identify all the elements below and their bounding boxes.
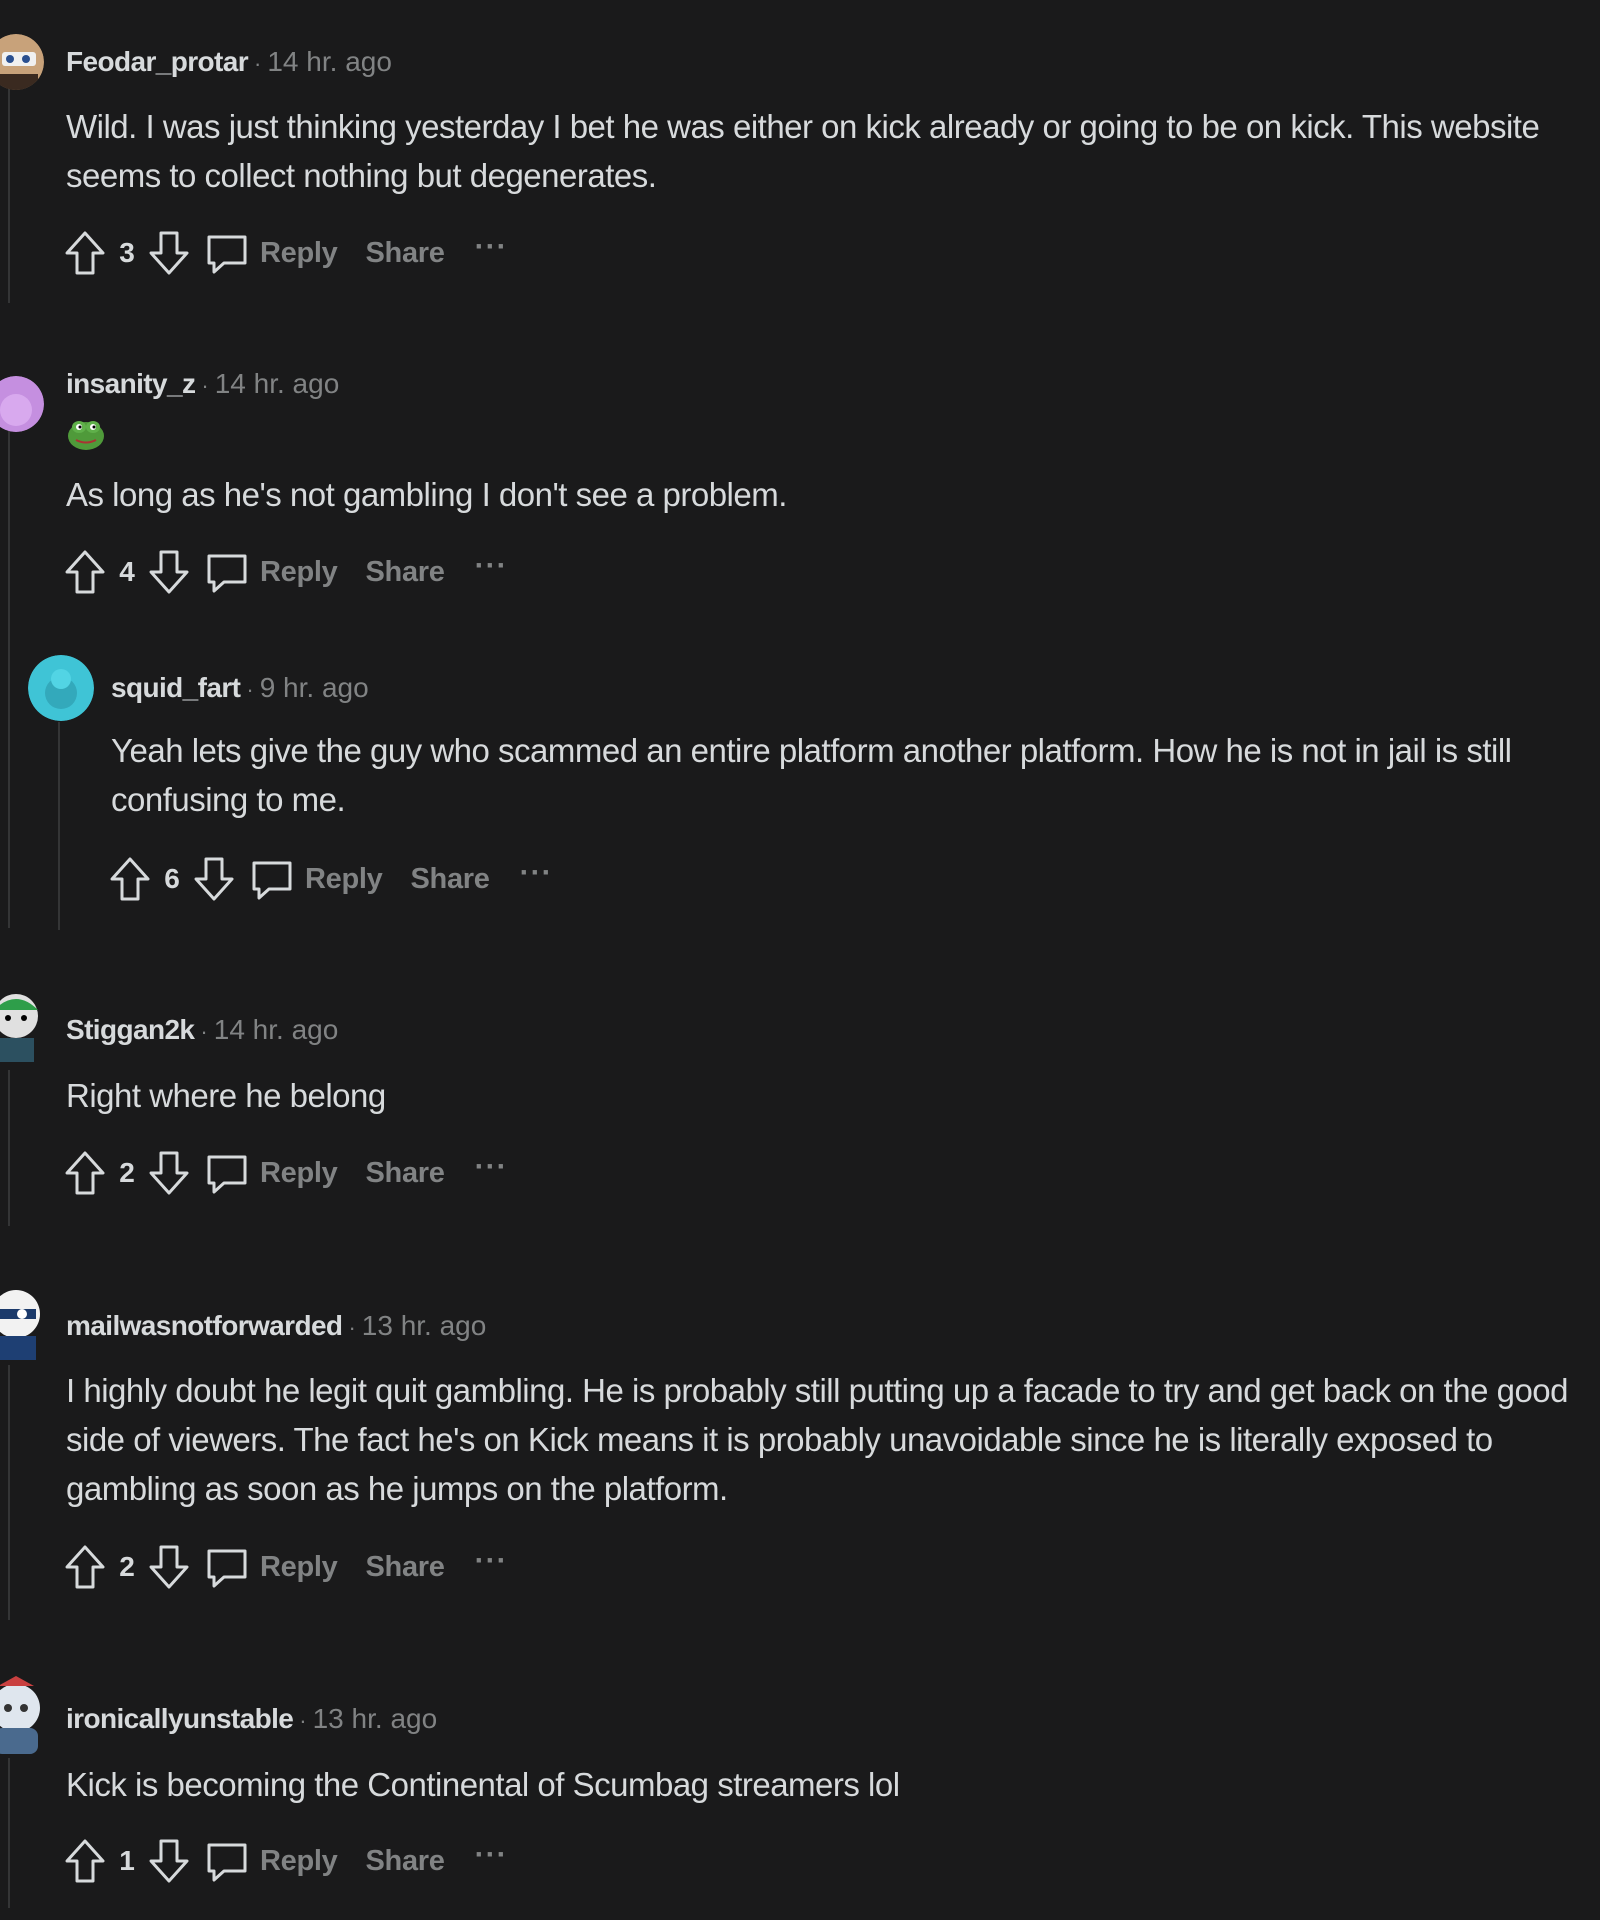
timestamp[interactable]: 14 hr. ago (215, 368, 340, 399)
username[interactable]: insanity_z (66, 368, 196, 399)
downvote-icon[interactable] (146, 1836, 192, 1886)
avatar[interactable] (28, 655, 94, 721)
comment-actions: 4 Reply Share ··· (62, 547, 508, 597)
reply-button[interactable]: Reply (260, 1551, 338, 1584)
comment-body: As long as he's not gambling I don't see… (66, 476, 787, 513)
comment-meta: Feodar_protar · 14 hr. ago (66, 46, 392, 78)
upvote-icon[interactable] (107, 854, 153, 904)
more-options-icon[interactable]: ··· (475, 1544, 508, 1578)
share-button[interactable]: Share (365, 556, 444, 589)
reply-button[interactable]: Reply (260, 1845, 338, 1878)
upvote-icon[interactable] (62, 547, 108, 597)
comment-body: Wild. I was just thinking yesterday I be… (66, 108, 1540, 194)
comment-body: Right where he belong (66, 1077, 386, 1114)
downvote-icon[interactable] (191, 854, 237, 904)
reply-button[interactable]: Reply (260, 556, 338, 589)
timestamp[interactable]: 14 hr. ago (214, 1014, 339, 1045)
upvote-icon[interactable] (62, 1836, 108, 1886)
reply-button[interactable]: Reply (305, 863, 383, 896)
upvote-icon[interactable] (62, 1148, 108, 1198)
reply-icon[interactable] (202, 1836, 252, 1886)
username[interactable]: Stiggan2k (66, 1014, 195, 1045)
reply-icon[interactable] (202, 1542, 252, 1592)
more-options-icon[interactable]: ··· (475, 549, 508, 583)
share-button[interactable]: Share (365, 1157, 444, 1190)
more-options-icon[interactable]: ··· (475, 230, 508, 264)
downvote-icon[interactable] (146, 1148, 192, 1198)
comment-actions: 3 Reply Share ··· (62, 228, 508, 278)
reply-button[interactable]: Reply (260, 1157, 338, 1190)
username[interactable]: Feodar_protar (66, 46, 249, 77)
downvote-icon[interactable] (146, 547, 192, 597)
share-button[interactable]: Share (365, 1551, 444, 1584)
comment-actions: 1 Reply Share ··· (62, 1836, 508, 1886)
comment-body: I highly doubt he legit quit gambling. H… (66, 1372, 1569, 1507)
comment-meta: mailwasnotforwarded · 13 hr. ago (66, 1310, 486, 1342)
comment-body: Yeah lets give the guy who scammed an en… (111, 732, 1512, 818)
avatar[interactable] (0, 990, 44, 1062)
vote-score: 2 (119, 1551, 135, 1582)
comment-actions: 2 Reply Share ··· (62, 1148, 508, 1198)
share-button[interactable]: Share (410, 863, 489, 896)
username[interactable]: ironicallyunstable (66, 1703, 294, 1734)
separator-dot: · (246, 677, 254, 702)
timestamp[interactable]: 13 hr. ago (313, 1703, 438, 1734)
share-button[interactable]: Share (365, 237, 444, 270)
separator-dot: · (201, 373, 209, 398)
separator-dot: · (200, 1019, 208, 1044)
share-button[interactable]: Share (365, 1845, 444, 1878)
username[interactable]: mailwasnotforwarded (66, 1310, 343, 1341)
comment-actions: 2 Reply Share ··· (62, 1542, 508, 1592)
vote-score: 1 (119, 1845, 135, 1876)
upvote-icon[interactable] (62, 1542, 108, 1592)
username[interactable]: squid_fart (111, 672, 241, 703)
separator-dot: · (254, 51, 262, 76)
more-options-icon[interactable]: ··· (475, 1150, 508, 1184)
comment-body: Kick is becoming the Continental of Scum… (66, 1766, 900, 1803)
downvote-icon[interactable] (146, 228, 192, 278)
avatar[interactable] (0, 1672, 44, 1758)
thread-line[interactable] (8, 88, 10, 303)
more-options-icon[interactable]: ··· (520, 856, 553, 890)
timestamp[interactable]: 14 hr. ago (267, 46, 392, 77)
comment-meta: ironicallyunstable · 13 hr. ago (66, 1703, 437, 1735)
pepe-frog-icon (66, 412, 106, 452)
avatar[interactable] (0, 1288, 44, 1360)
vote-score: 2 (119, 1157, 135, 1188)
comment-meta: insanity_z · 14 hr. ago (66, 368, 339, 400)
upvote-icon[interactable] (62, 228, 108, 278)
vote-score: 3 (119, 237, 135, 268)
timestamp[interactable]: 9 hr. ago (260, 672, 369, 703)
separator-dot: · (348, 1315, 356, 1340)
thread-line[interactable] (8, 1758, 10, 1908)
avatar[interactable] (0, 376, 44, 432)
thread-line[interactable] (8, 1070, 10, 1226)
avatar[interactable] (0, 34, 44, 90)
vote-score: 4 (119, 556, 135, 587)
comment-meta: squid_fart · 9 hr. ago (111, 672, 369, 704)
thread-line[interactable] (8, 1365, 10, 1620)
comment-actions: 6 Reply Share ··· (107, 854, 553, 904)
reply-icon[interactable] (202, 547, 252, 597)
reply-icon[interactable] (202, 1148, 252, 1198)
thread-line[interactable] (8, 420, 10, 928)
downvote-icon[interactable] (146, 1542, 192, 1592)
reply-icon[interactable] (247, 854, 297, 904)
vote-score: 6 (164, 863, 180, 894)
more-options-icon[interactable]: ··· (475, 1838, 508, 1872)
reply-button[interactable]: Reply (260, 237, 338, 270)
timestamp[interactable]: 13 hr. ago (362, 1310, 487, 1341)
reply-icon[interactable] (202, 228, 252, 278)
separator-dot: · (299, 1708, 307, 1733)
thread-line[interactable] (58, 722, 60, 930)
comment-meta: Stiggan2k · 14 hr. ago (66, 1014, 338, 1046)
